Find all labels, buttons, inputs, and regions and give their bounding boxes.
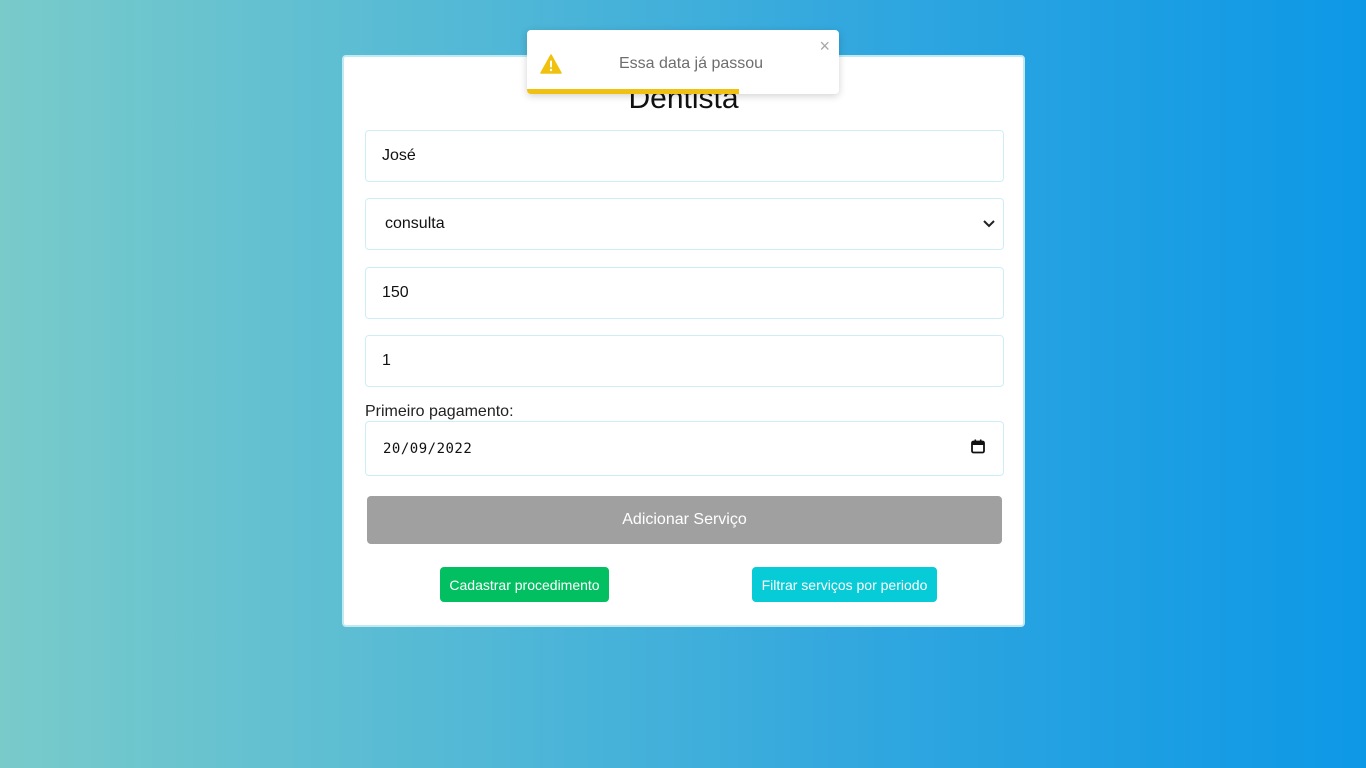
toast-message: Essa data já passou [618,55,764,72]
add-service-button[interactable]: Adicionar Serviço [367,496,1002,544]
warning-toast: Essa data já passou × [527,30,839,94]
name-input[interactable] [382,147,987,165]
chevron-down-icon [983,217,995,231]
service-select-value: consulta [385,215,445,232]
service-select[interactable]: consulta [365,198,1004,250]
price-field[interactable] [365,267,1004,319]
calendar-icon[interactable] [971,439,985,458]
date-value[interactable]: 20/09/2022 [383,441,472,457]
price-input[interactable] [382,284,987,302]
name-field[interactable] [365,130,1004,182]
register-procedure-button[interactable]: Cadastrar procedimento [440,567,609,602]
date-label: Primeiro pagamento: [365,403,514,420]
quantity-input[interactable] [382,352,987,370]
toast-progress-bar [527,89,740,94]
date-field[interactable]: 20/09/2022 [365,421,1004,476]
quantity-field[interactable] [365,335,1004,387]
dentist-form-card: Dentista consulta Primeiro pagamento: 20… [342,55,1025,627]
close-icon[interactable]: × [819,36,830,56]
filter-services-button[interactable]: Filtrar serviços por periodo [752,567,937,602]
